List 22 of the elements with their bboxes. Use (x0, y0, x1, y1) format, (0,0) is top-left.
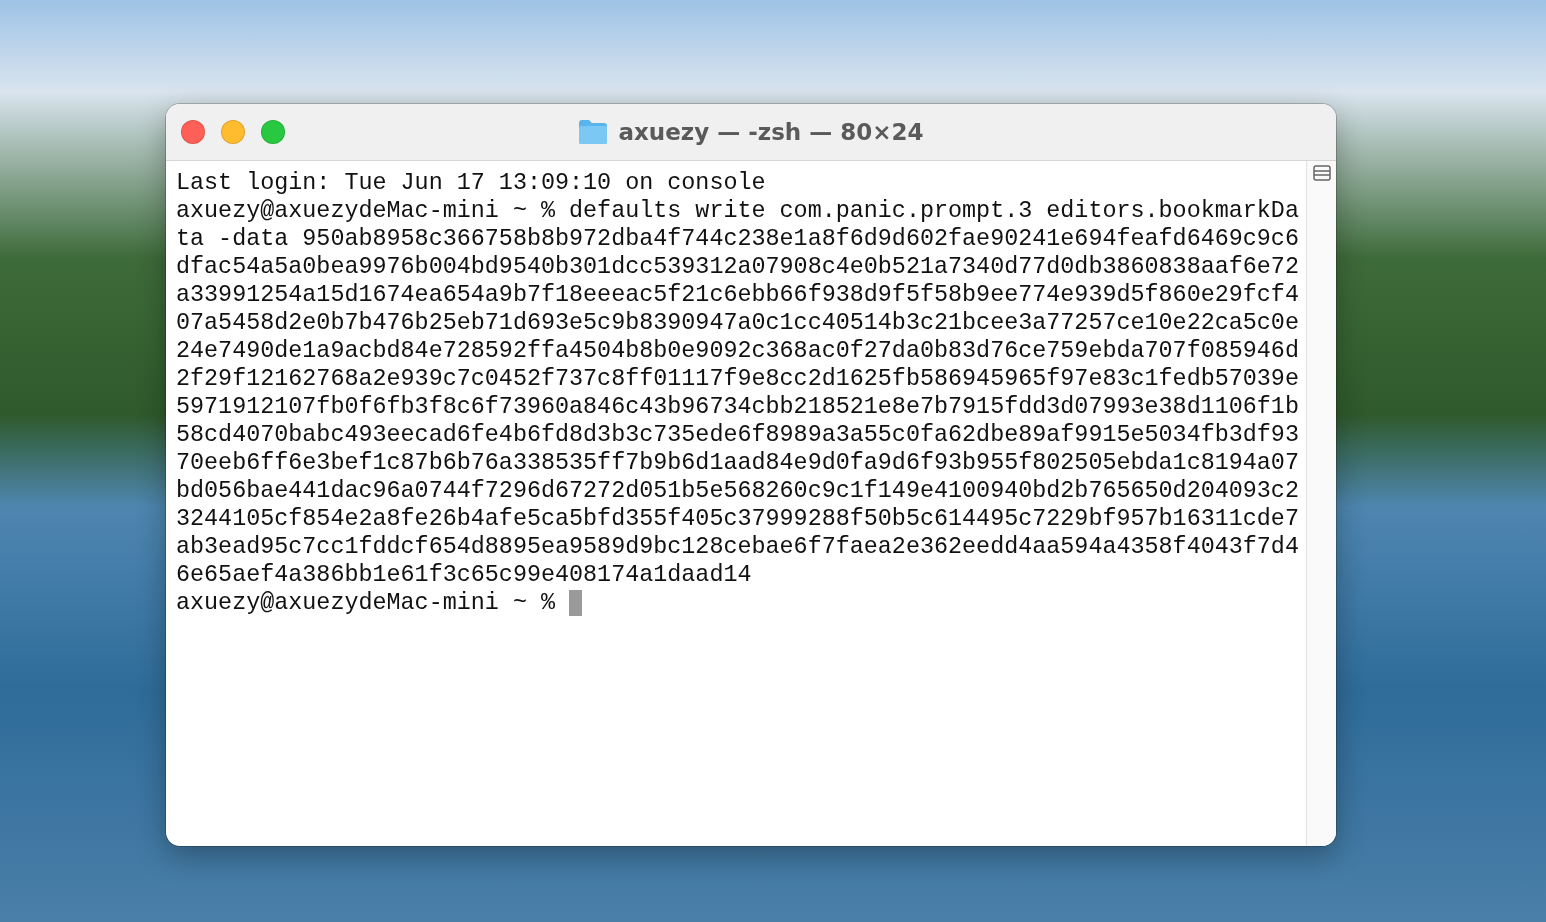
terminal-line: 3244105cf854e2a8fe26b4afe5ca5bfd355f405c37999288f50b5c614495c7229bf957b16311cde7 (176, 505, 1299, 533)
terminal-line: 70eeb6ff6e3bef1c87b6b76a338535ff7b9b6d1aad84e9d0fa9d6f93b955f802505ebda1c8194a07 (176, 449, 1299, 477)
terminal-line: 58cd4070babc493eecad6fe4b6fd8d3b3c735ede6f8989a3a55c0fa62dbe89af9915e5034fb3df93 (176, 421, 1299, 449)
terminal-line: ab3ead95c7cc1fddcf654d8895ea9589d9bc128cebae6f7faea2e362eedd4aa594a4358f4043f7d4 (176, 533, 1299, 561)
minimize-button[interactable] (221, 120, 245, 144)
terminal-line: Last login: Tue Jun 17 13:09:10 on console (176, 169, 766, 197)
zoom-button[interactable] (261, 120, 285, 144)
shell-prompt: axuezy@axuezydeMac-mini ~ % (176, 589, 555, 617)
close-button[interactable] (181, 120, 205, 144)
terminal-line: 5971912107fb0f6fb3f8c6f73960a846c43b96734cbb218521e8e7b7915fdd3d07993e38d1106f1b (176, 393, 1299, 421)
terminal-line: dfac54a5a0bea9976b004bd9540b301dcc539312a07908c4e0b521a7340d77d0db3860838aaf6e72 (176, 253, 1299, 281)
terminal-line: 2f29f12162768a2e939c7c0452f737c8ff01117f9e8cc2d1625fb586945965f97e83c1fedb57039e (176, 365, 1299, 393)
split-pane-icon[interactable] (1312, 165, 1331, 181)
terminal-line: bd056bae441dac96a0744f7296d67272d051b5e568260c9c1f149e4100940bd2b765650d204093c2 (176, 477, 1299, 505)
terminal-line: axuezy@axuezydeMac-mini ~ % defaults write com.panic.prompt.3 editors.bookmarkDa (176, 197, 1299, 225)
folder-icon (578, 119, 609, 145)
window-title: axuezy — -zsh — 80×24 (618, 119, 924, 145)
terminal-line: 07a5458d2e0b7b476b25eb71d693e5c9b8390947a0c1cc40514b3c21bcee3a77257ce10e22ca5c0e (176, 309, 1299, 337)
terminal-line: ta -data 950ab8958c366758b8b972dba4f744c238e1a8f6d9d602fae90241e694feafd6469c9c6 (176, 225, 1299, 253)
terminal-line: 6e65aef4a386bb1e61f3c65c99e408174a1daad14 (176, 561, 752, 589)
terminal-line: 24e7490de1a9acbd84e728592ffa4504b8b0e9092c368ac0f27da0b83d76ce759ebda707f085946d (176, 337, 1299, 365)
terminal-line: a33991254a15d1674ea654a9b7f18eeeac5f21c6ebb66f938d9f5f58b9ee774e939d5f860e29fcf4 (176, 281, 1299, 309)
